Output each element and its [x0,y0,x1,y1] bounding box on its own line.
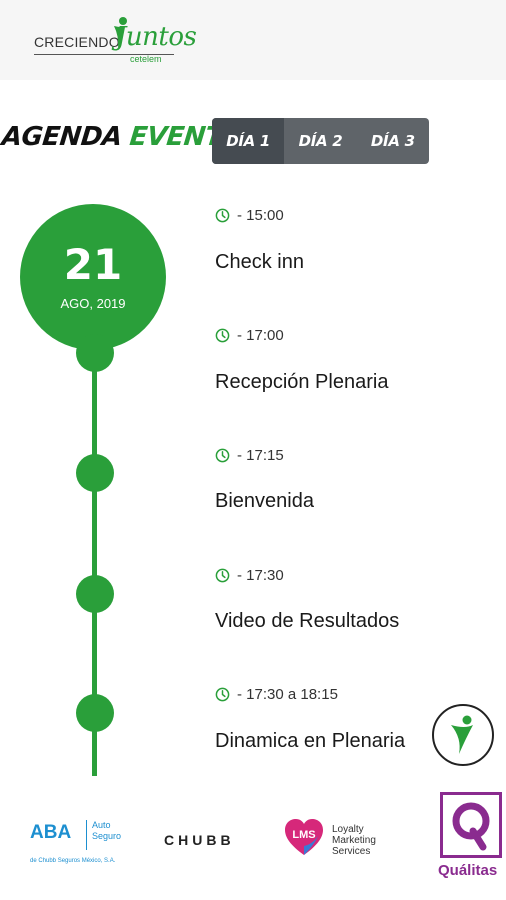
sponsors-bar: ABA Auto Seguro de Chubb Seguros México, … [0,790,506,900]
schedule-time-label: - 17:15 [237,447,284,464]
timeline-dot [76,694,114,732]
aba-logo-text: ABA [30,822,72,843]
schedule-time: - 17:00 [215,327,284,344]
svg-text:LMS: LMS [292,829,315,841]
page-title: AGENDA EVENTO [0,122,245,152]
lms-logo-text: Loyalty Marketing Services [332,824,376,857]
schedule-time-label: - 17:30 a 18:15 [237,686,338,703]
date-day: 21 [63,240,123,289]
aba-divider [86,820,87,850]
lms-logo: LMS Loyalty Marketing Services [284,818,414,862]
chubb-logo: CHUBB [164,832,235,848]
tab-day-2[interactable]: DÍA 2 [284,118,356,164]
qualitas-logo: Quálitas [438,790,506,890]
person-figure-icon [451,715,473,754]
aba-logo-foot: de Chubb Seguros México, S.A. [30,858,116,864]
timeline-dot [76,334,114,372]
day-tabs: DÍA 1 DÍA 2 DÍA 3 [212,118,429,164]
schedule-time-label: - 15:00 [237,207,284,224]
schedule-time-label: - 17:30 [237,567,284,584]
schedule-time: - 17:30 [215,567,284,584]
aba-seguro-logo: ABA Auto Seguro de Chubb Seguros México, … [30,820,138,870]
qualitas-q-mark [440,792,502,858]
logo-script: Juntos [116,22,197,52]
timeline-dot [76,575,114,613]
clock-icon [215,328,230,343]
schedule-title[interactable]: Recepción Plenaria [215,371,388,394]
schedule-time: - 15:00 [215,207,284,224]
tab-day-3[interactable]: DÍA 3 [357,118,429,164]
schedule-title[interactable]: Dinamica en Plenaria [215,730,405,753]
title-word-agenda: AGENDA [0,122,124,152]
clock-icon [215,208,230,223]
schedule-time: - 17:15 [215,447,284,464]
logo-text: CRECIENDO [34,34,120,50]
schedule-title[interactable]: Check inn [215,251,304,274]
logo-sub: cetelem [130,54,162,64]
date-month-year: AGO, 2019 [60,296,126,311]
aba-logo-side: Auto Seguro [92,820,122,841]
timeline-dot [76,454,114,492]
qualitas-logo-text: Quálitas [438,862,498,879]
date-circle: 21 AGO, 2019 [20,204,166,350]
clock-icon [215,687,230,702]
app-header: CRECIENDO Juntos cetelem [0,0,506,80]
clock-icon [215,448,230,463]
schedule-title[interactable]: Video de Resultados [215,610,399,633]
schedule-time: - 17:30 a 18:15 [215,686,338,703]
brand-badge-button[interactable] [432,704,494,766]
clock-icon [215,568,230,583]
creciendo-juntos-logo[interactable]: CRECIENDO Juntos cetelem [32,14,197,70]
schedule-title[interactable]: Bienvenida [215,490,314,513]
schedule-time-label: - 17:00 [237,327,284,344]
lms-heart-icon: LMS [285,819,323,855]
tab-day-1[interactable]: DÍA 1 [212,118,285,164]
qualitas-q-icon [452,802,490,851]
